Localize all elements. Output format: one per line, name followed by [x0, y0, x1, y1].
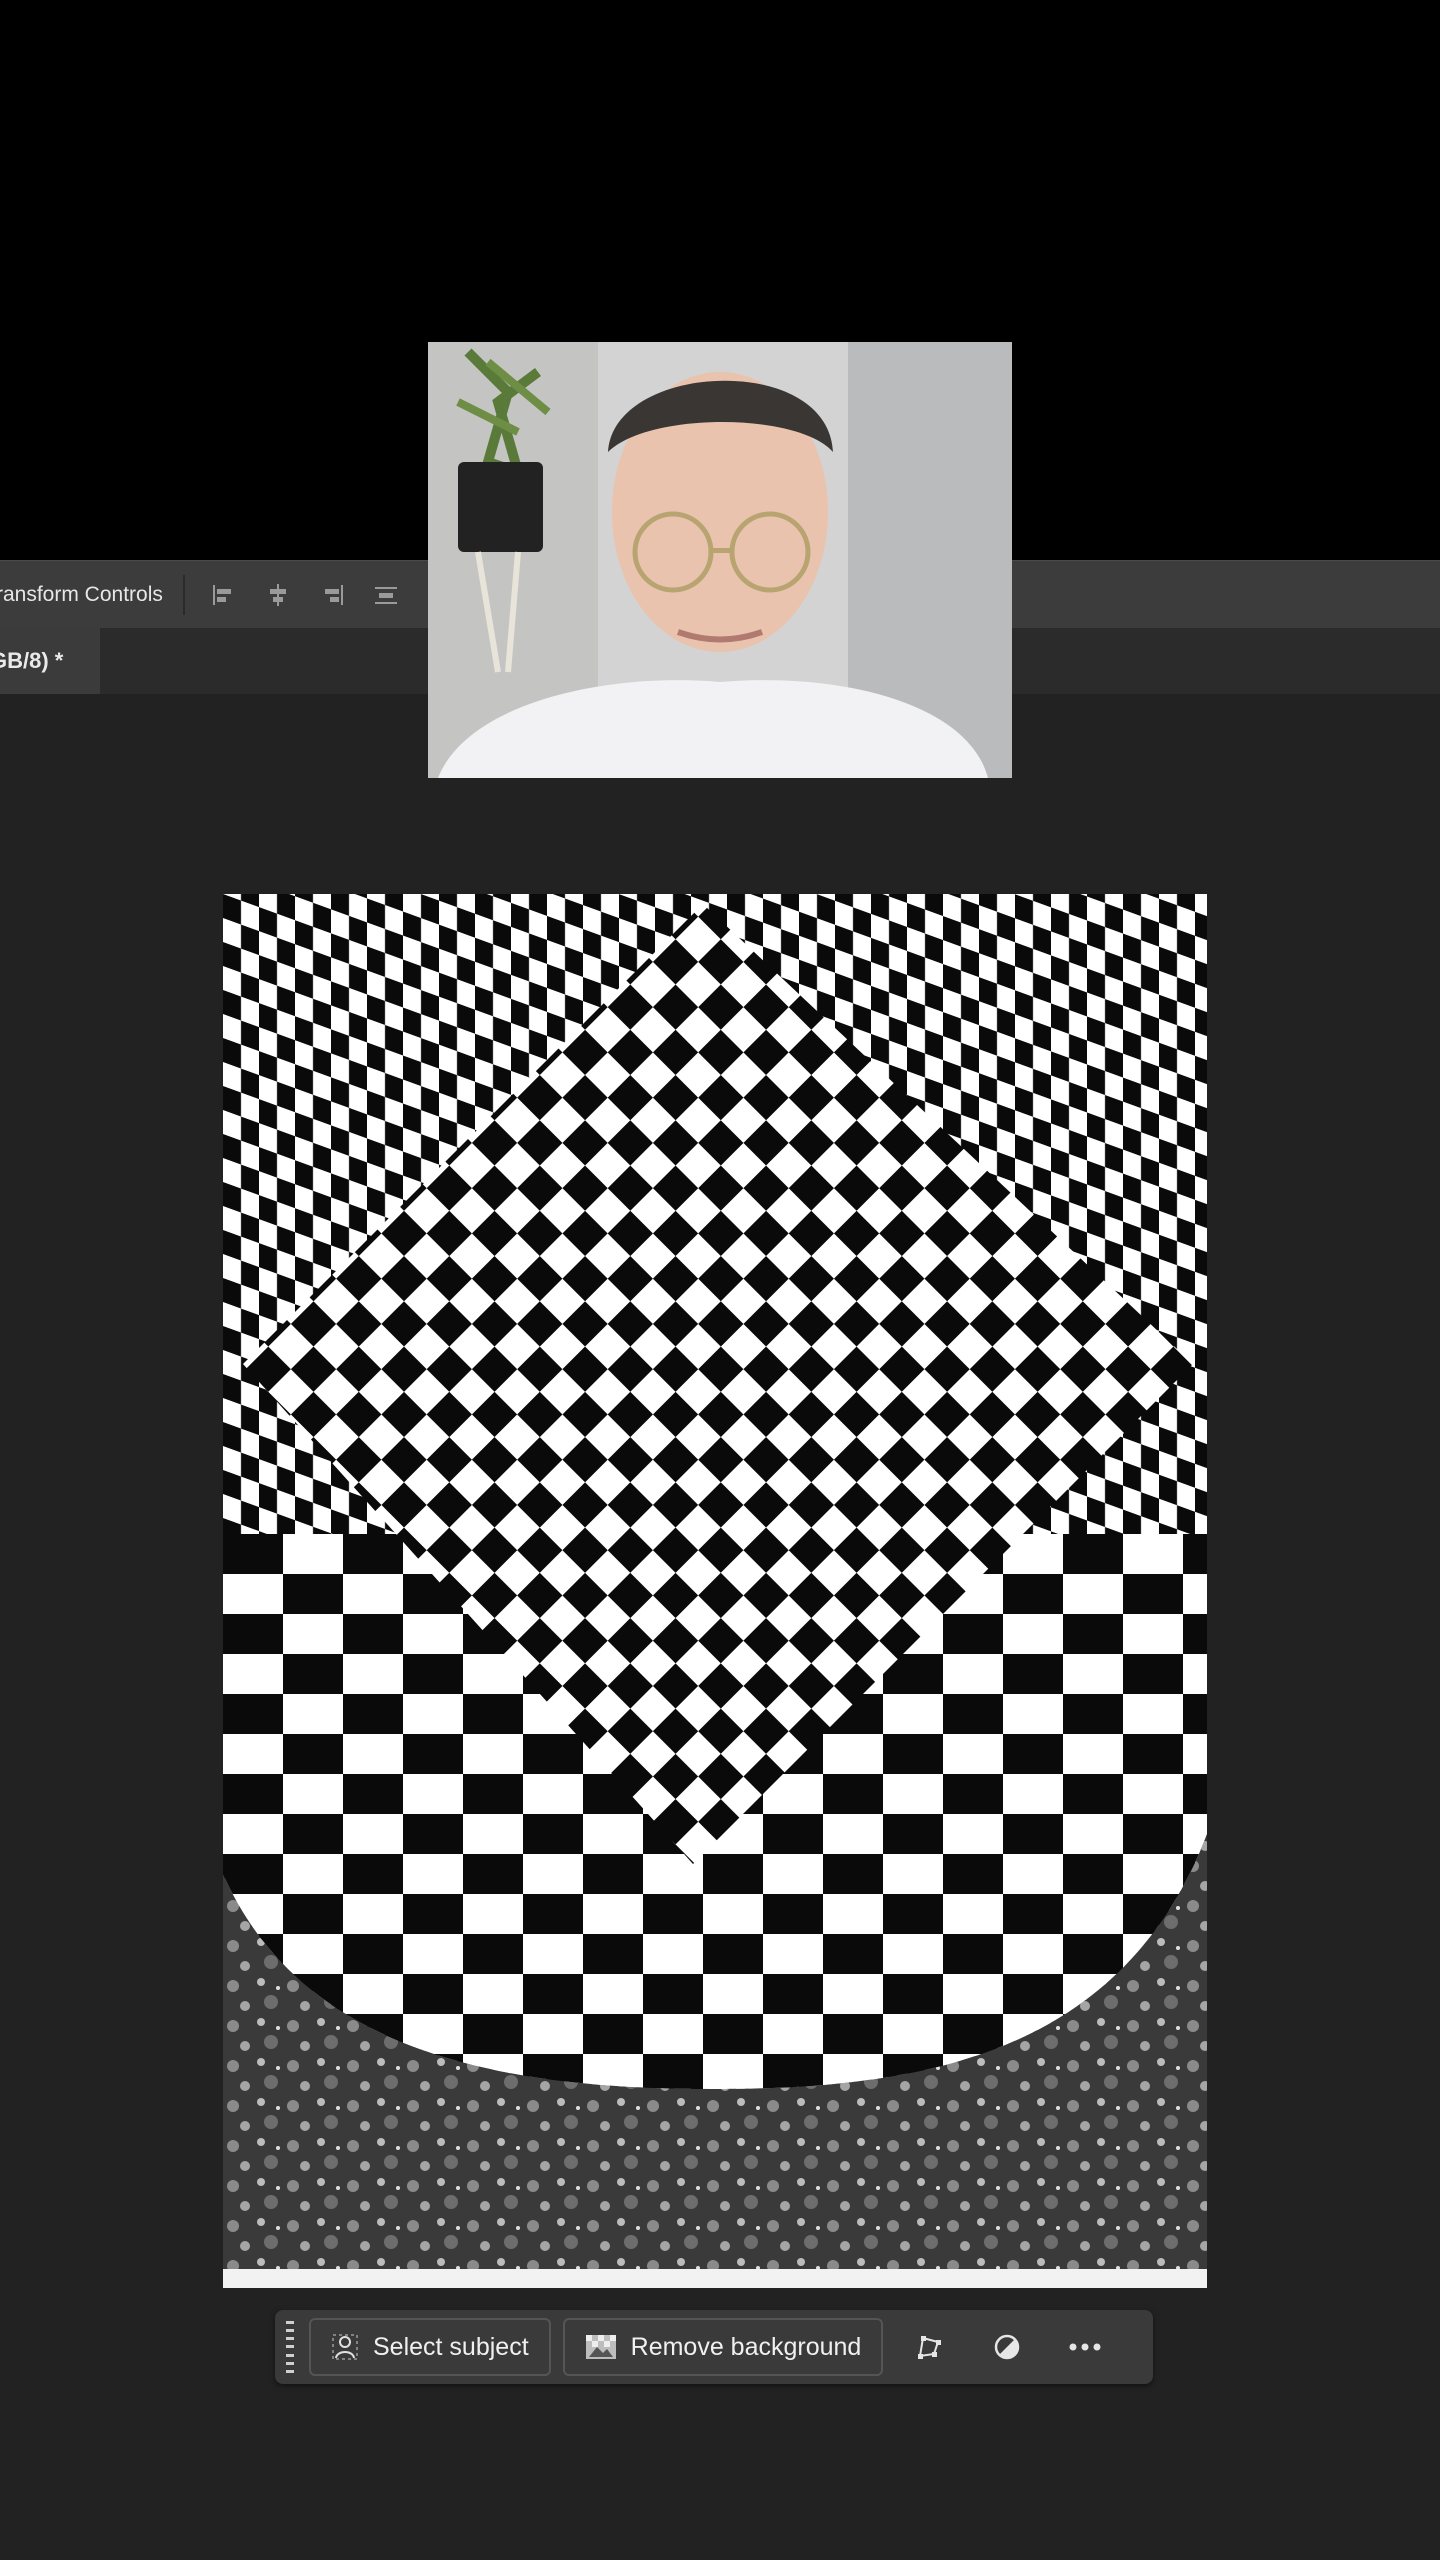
distribute-icon	[374, 586, 397, 604]
distribute-button[interactable]	[359, 575, 413, 615]
document-tab[interactable]: GB/8) *	[0, 628, 100, 694]
align-center-icon	[269, 583, 286, 606]
adjust-button[interactable]	[975, 2318, 1039, 2376]
remove-background-button[interactable]: Remove background	[562, 2318, 884, 2376]
align-center-button[interactable]	[251, 575, 305, 615]
options-divider	[182, 574, 185, 615]
remove-background-icon	[585, 2335, 616, 2359]
transform-icon	[918, 2336, 942, 2359]
remove-background-label: Remove background	[630, 2332, 862, 2361]
drag-handle[interactable]	[283, 2321, 297, 2373]
webcam-overlay	[428, 342, 1012, 778]
select-subject-button[interactable]: Select subject	[309, 2318, 551, 2376]
transform-button[interactable]	[897, 2318, 961, 2376]
align-left-icon	[212, 584, 231, 605]
align-right-button[interactable]	[305, 575, 359, 615]
canvas-artwork[interactable]	[223, 894, 1207, 2288]
document-tab-label: GB/8) *	[0, 648, 64, 673]
adjust-icon	[995, 2334, 1020, 2360]
align-left-button[interactable]	[197, 575, 251, 615]
transform-controls-label[interactable]: ransform Controls	[0, 583, 179, 607]
person-select-icon	[332, 2334, 358, 2360]
select-subject-label: Select subject	[373, 2332, 529, 2361]
contextual-task-bar: Select subject Remove background	[275, 2310, 1153, 2384]
more-options-button[interactable]	[1053, 2318, 1117, 2376]
align-right-icon	[324, 584, 343, 605]
more-icon	[1069, 2343, 1101, 2351]
